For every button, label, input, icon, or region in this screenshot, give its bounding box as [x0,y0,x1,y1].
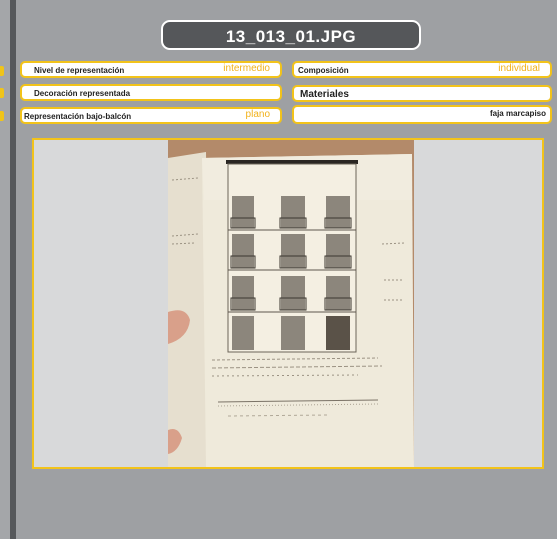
field-representacion-bajo-balcon[interactable]: Representación bajo-balcón plano [20,107,282,124]
image-title: 13_013_01.JPG [161,20,421,50]
field-label: Materiales [300,89,349,100]
field-value: individual [498,63,540,74]
field-value: intermedio [223,63,270,74]
field-materiales[interactable]: Materiales [292,85,552,102]
field-composicion[interactable]: Composición individual [292,61,552,78]
main-panel: 13_013_01.JPG Nivel de representación in… [16,0,557,539]
field-value: plano [245,109,270,120]
field-label: Composición [298,66,349,75]
field-label: Decoración representada [34,89,131,98]
left-tab[interactable] [0,88,4,98]
field-label: Representación bajo-balcón [24,112,132,121]
facade-drawing-photo [168,140,414,467]
image-viewer[interactable] [32,138,544,469]
field-decoracion-representada[interactable]: Decoración representada [20,84,282,101]
left-tab[interactable] [0,66,4,76]
field-label: Nivel de representación [34,66,125,75]
image-background [34,140,542,467]
left-strip [0,0,10,539]
field-nivel-representacion[interactable]: Nivel de representación intermedio [20,61,282,78]
field-label: faja marcapiso [489,109,546,118]
left-tab[interactable] [0,111,4,121]
field-faja-marcapiso[interactable]: faja marcapiso [292,105,552,124]
